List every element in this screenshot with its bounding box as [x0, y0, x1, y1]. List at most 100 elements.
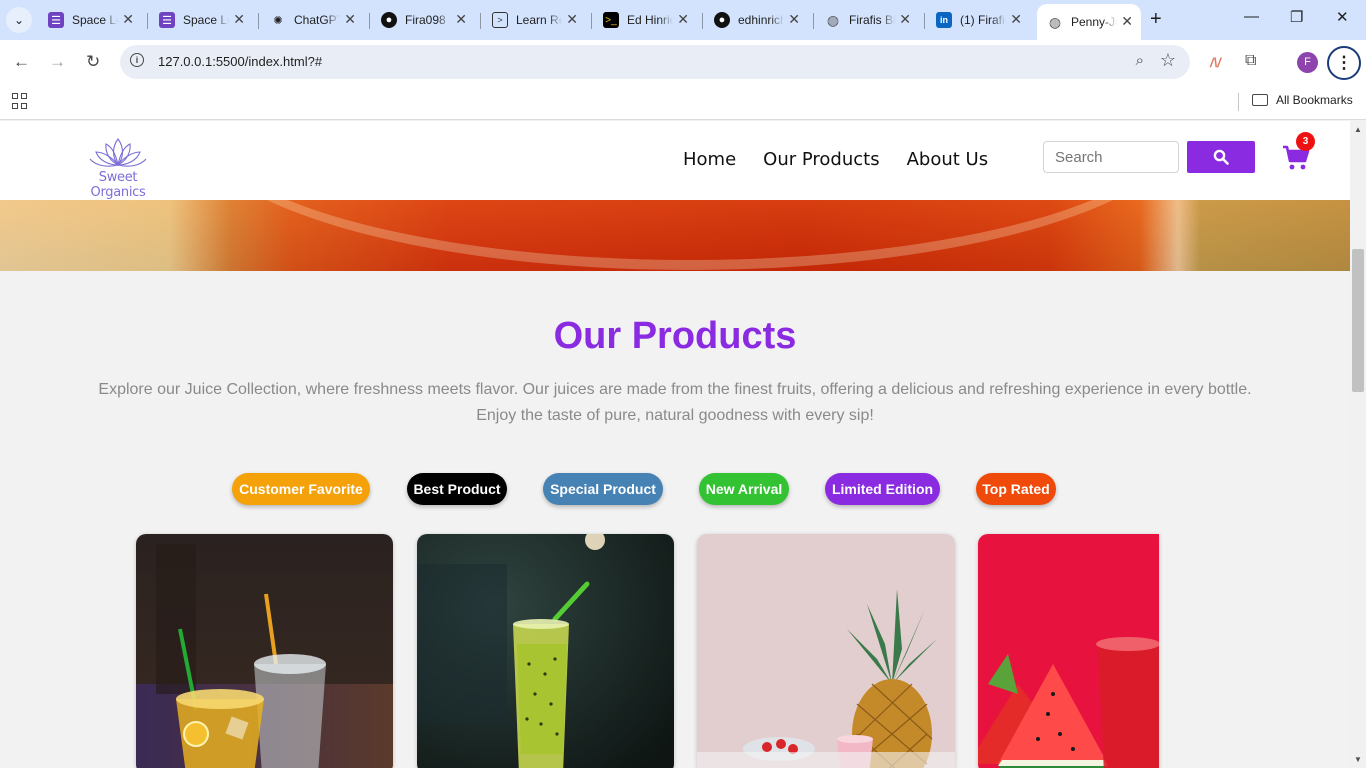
restore-button[interactable]: ❐ — [1290, 8, 1303, 26]
close-window-button[interactable]: ✕ — [1336, 8, 1349, 26]
browser-tab-strip: ⌄ ☰ Space Lounge ✕ ☰ Space Lounge ✕ ✺ Ch… — [0, 0, 1366, 40]
search-button[interactable] — [1187, 141, 1255, 173]
tab-divider — [702, 13, 703, 29]
pineapple-smoothie-image — [697, 534, 955, 768]
browser-tab[interactable]: ● edhinrichs ✕ — [704, 6, 808, 34]
product-card[interactable] — [417, 534, 674, 768]
tag-new-arrival[interactable]: New Arrival — [699, 473, 789, 505]
forward-button[interactable]: → — [49, 52, 66, 72]
glass-rim — [190, 200, 1190, 270]
search-input[interactable] — [1043, 141, 1179, 173]
scroll-up-arrow-icon[interactable]: ▲ — [1354, 125, 1362, 134]
info-icon[interactable]: i — [130, 53, 144, 67]
github-icon: ● — [381, 12, 397, 28]
more-vertical-icon: ⋮ — [1335, 53, 1353, 72]
main-nav: Home Our Products About Us — [683, 149, 988, 170]
globe-icon: ◍ — [826, 11, 840, 28]
product-card[interactable] — [697, 534, 955, 768]
minimize-button[interactable]: — — [1244, 8, 1259, 25]
openai-icon: ✺ — [273, 14, 283, 27]
bookmarks-bar: All Bookmarks — [0, 85, 1366, 120]
url-text[interactable]: 127.0.0.1:5500/index.html?# — [158, 54, 322, 69]
tab-search-button[interactable]: ⌄ — [6, 7, 32, 33]
list-icon: ☰ — [159, 12, 175, 28]
bookmarks-divider — [1238, 93, 1239, 111]
section-title: Our Products — [553, 315, 797, 357]
tag-top-rated[interactable]: Top Rated — [976, 473, 1056, 505]
tab-divider — [369, 13, 370, 29]
browser-tab[interactable]: ● Fira098 ✕ — [371, 6, 475, 34]
tab-divider — [258, 13, 259, 29]
extension-icon[interactable]: /\/ — [1210, 55, 1221, 70]
browser-tab[interactable]: ☰ Space Lounge ✕ — [149, 6, 253, 34]
browser-tab-active[interactable]: ◍ Penny-Juice ✕ — [1037, 4, 1141, 40]
site-logo[interactable]: Sweet Organics — [74, 135, 162, 200]
browser-tab[interactable]: >_ Ed Hinrichs ✕ — [593, 6, 697, 34]
product-card[interactable] — [136, 534, 393, 768]
hero-banner-image — [0, 200, 1350, 271]
close-icon[interactable]: ✕ — [566, 11, 578, 28]
tab-divider — [591, 13, 592, 29]
search-icon — [1213, 149, 1229, 165]
plus-icon: + — [1150, 8, 1162, 30]
zoom-icon[interactable]: ⌕ — [1136, 52, 1144, 69]
terminal-icon: > — [492, 12, 508, 28]
cart-count-badge: 3 — [1296, 132, 1315, 151]
close-icon[interactable]: ✕ — [899, 11, 911, 28]
tab-divider — [147, 13, 148, 29]
github-icon: ● — [714, 12, 730, 28]
linkedin-icon: in — [936, 12, 952, 28]
scroll-down-arrow-icon[interactable]: ▼ — [1354, 755, 1362, 764]
tag-special-product[interactable]: Special Product — [543, 473, 663, 505]
close-icon[interactable]: ✕ — [1010, 11, 1022, 28]
browser-tab[interactable]: ◍ Firafis Blog ✕ — [815, 6, 919, 34]
site-header: Sweet Organics Home Our Products About U… — [0, 121, 1350, 200]
close-icon[interactable]: ✕ — [344, 11, 356, 28]
new-tab-button[interactable]: + — [1150, 8, 1162, 31]
minimize-icon: — — [1244, 8, 1259, 25]
kiwi-juice-image — [417, 534, 674, 768]
watermelon-juice-image — [978, 534, 1159, 768]
apps-grid-icon[interactable] — [12, 93, 28, 109]
globe-icon: ◍ — [1048, 13, 1062, 30]
tab-divider — [480, 13, 481, 29]
list-icon: ☰ — [48, 12, 64, 28]
nav-link-our-products[interactable]: Our Products — [763, 149, 879, 170]
browser-toolbar: ← → ↻ i 127.0.0.1:5500/index.html?# ⌕ ☆ — [0, 40, 1366, 85]
back-button[interactable]: ← — [13, 52, 30, 72]
scrollbar-thumb[interactable] — [1352, 249, 1364, 392]
page-viewport: Sweet Organics Home Our Products About U… — [0, 121, 1350, 768]
folder-icon — [1252, 94, 1268, 106]
arrow-left-icon: ← — [13, 52, 30, 71]
page-scrollbar[interactable]: ▲ ▼ — [1350, 121, 1366, 768]
all-bookmarks-button[interactable]: All Bookmarks — [1252, 93, 1353, 107]
close-icon[interactable]: ✕ — [455, 11, 467, 28]
tag-best-product[interactable]: Best Product — [407, 473, 507, 505]
logo-text: Sweet Organics — [90, 170, 146, 200]
puzzle-icon[interactable]: ⧉ — [1245, 52, 1256, 70]
close-icon[interactable]: ✕ — [233, 11, 245, 28]
close-icon[interactable]: ✕ — [677, 11, 689, 28]
browser-tab[interactable]: ☰ Space Lounge ✕ — [38, 6, 142, 34]
reload-button[interactable]: ↻ — [86, 52, 100, 72]
tab-divider — [924, 13, 925, 29]
reload-icon: ↻ — [86, 52, 101, 71]
address-bar[interactable]: i 127.0.0.1:5500/index.html?# ⌕ ☆ — [120, 45, 1190, 79]
avatar[interactable]: F — [1297, 52, 1318, 73]
close-icon[interactable]: ✕ — [788, 11, 800, 28]
browser-tab[interactable]: ✺ ChatGPT ✕ — [260, 6, 364, 34]
prompt-icon: >_ — [603, 12, 619, 28]
product-card[interactable] — [978, 534, 1159, 768]
tag-customer-favorite[interactable]: Customer Favorite — [232, 473, 370, 505]
close-icon[interactable]: ✕ — [122, 11, 134, 28]
tag-limited-edition[interactable]: Limited Edition — [825, 473, 940, 505]
section-description: Explore our Juice Collection, where fres… — [98, 381, 1252, 424]
browser-tab[interactable]: > Learn Replit ✕ — [482, 6, 586, 34]
close-icon[interactable]: ✕ — [1121, 13, 1133, 30]
star-icon[interactable]: ☆ — [1160, 50, 1176, 71]
browser-menu-button[interactable]: ⋮ — [1327, 46, 1361, 80]
browser-tab[interactable]: in (1) Firafis ✕ — [926, 6, 1030, 34]
nav-link-home[interactable]: Home — [683, 149, 736, 170]
close-icon: ✕ — [1336, 9, 1349, 26]
nav-link-about-us[interactable]: About Us — [907, 149, 989, 170]
